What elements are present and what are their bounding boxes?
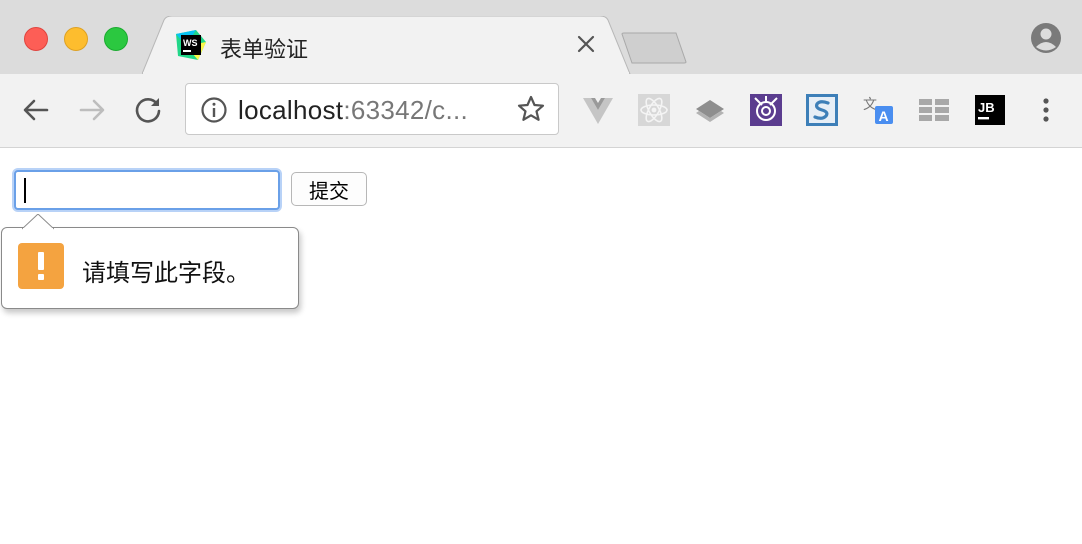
validation-bubble: 请填写此字段。 — [1, 214, 299, 309]
bookmark-star-icon[interactable] — [516, 94, 546, 124]
zoom-window-button[interactable] — [104, 27, 128, 51]
minimize-window-button[interactable] — [64, 27, 88, 51]
browser-toolbar: localhost:63342/c... 文 A JB — [0, 74, 1082, 148]
url-text: localhost:63342/c... — [238, 95, 468, 126]
vue-devtools-icon[interactable] — [582, 94, 614, 126]
submit-button[interactable]: 提交 — [291, 172, 367, 206]
stylus-icon[interactable] — [806, 94, 838, 126]
tab-active[interactable]: WS 表单验证 — [142, 16, 632, 74]
profile-icon[interactable] — [1030, 22, 1062, 54]
back-icon[interactable] — [20, 94, 52, 126]
react-devtools-icon[interactable] — [638, 94, 670, 126]
svg-text:WS: WS — [183, 38, 198, 48]
webstorm-icon: WS — [176, 30, 206, 60]
grid-icon[interactable] — [918, 94, 950, 126]
menu-kebab-icon[interactable] — [1030, 94, 1062, 126]
layers-icon[interactable] — [694, 94, 726, 126]
url-host: localhost — [238, 95, 344, 125]
jetbrains-icon[interactable]: JB — [974, 94, 1006, 126]
page-content: 提交 请填写此字段。 — [0, 148, 1082, 544]
reload-icon[interactable] — [132, 94, 164, 126]
svg-text:A: A — [879, 108, 889, 124]
new-tab-button[interactable] — [620, 32, 688, 64]
address-bar[interactable]: localhost:63342/c... — [185, 83, 559, 135]
exclamation-icon — [18, 243, 64, 289]
info-icon[interactable] — [200, 96, 228, 124]
svg-text:文: 文 — [863, 97, 877, 113]
title-bar: WS 表单验证 — [0, 0, 1082, 74]
svg-text:JB: JB — [978, 100, 995, 115]
tab-shape — [142, 16, 631, 74]
bubble-arrow — [22, 214, 54, 230]
forward-icon[interactable] — [76, 94, 108, 126]
required-text-input[interactable] — [14, 170, 280, 210]
close-tab-icon[interactable] — [574, 32, 598, 56]
url-path: :63342/c... — [343, 95, 469, 125]
translate-icon[interactable]: 文 A — [862, 94, 894, 126]
validation-message: 请填写此字段。 — [82, 259, 250, 287]
webgl-inspector-icon[interactable] — [750, 94, 782, 126]
close-window-button[interactable] — [24, 27, 48, 51]
text-caret — [24, 178, 26, 203]
tab-title: 表单验证 — [220, 38, 309, 63]
